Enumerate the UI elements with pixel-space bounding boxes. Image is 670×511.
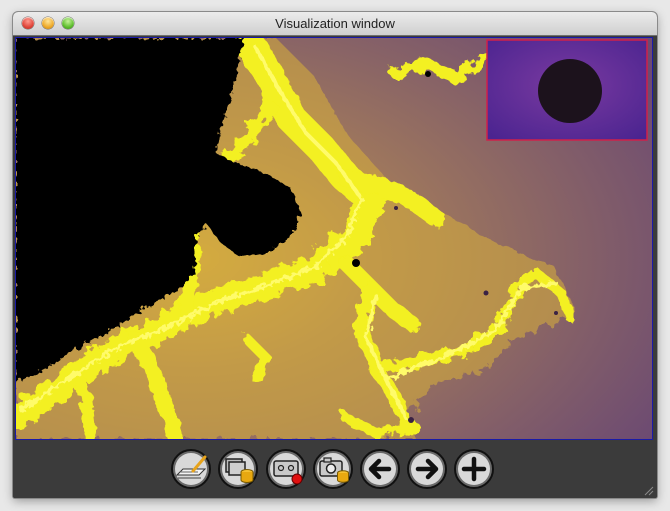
back-button[interactable] (360, 449, 400, 489)
toolbar (13, 441, 657, 498)
arrow-left-icon (360, 449, 400, 489)
resize-grip-icon (644, 486, 654, 496)
hand-drawing-icon (171, 449, 211, 489)
record-button[interactable] (266, 449, 306, 489)
visualization-window: Visualization window (13, 12, 657, 498)
plus-icon (454, 449, 494, 489)
snapshot-button[interactable] (313, 449, 353, 489)
window-title: Visualization window (275, 16, 395, 31)
render-options-button[interactable] (171, 449, 211, 489)
overview-thumbnail[interactable] (486, 39, 648, 141)
fractal-canvas[interactable] (15, 37, 653, 440)
layers-database-icon (218, 449, 258, 489)
thumbnail-mandelbrot-disc (538, 59, 602, 123)
title-bar[interactable]: Visualization window (13, 12, 657, 36)
camera-database-icon (313, 449, 353, 489)
save-layers-button[interactable] (218, 449, 258, 489)
forward-button[interactable] (407, 449, 447, 489)
resize-grip[interactable] (642, 483, 654, 496)
arrow-right-icon (407, 449, 447, 489)
tape-record-icon (266, 449, 306, 489)
zoom-in-button[interactable] (454, 449, 494, 489)
